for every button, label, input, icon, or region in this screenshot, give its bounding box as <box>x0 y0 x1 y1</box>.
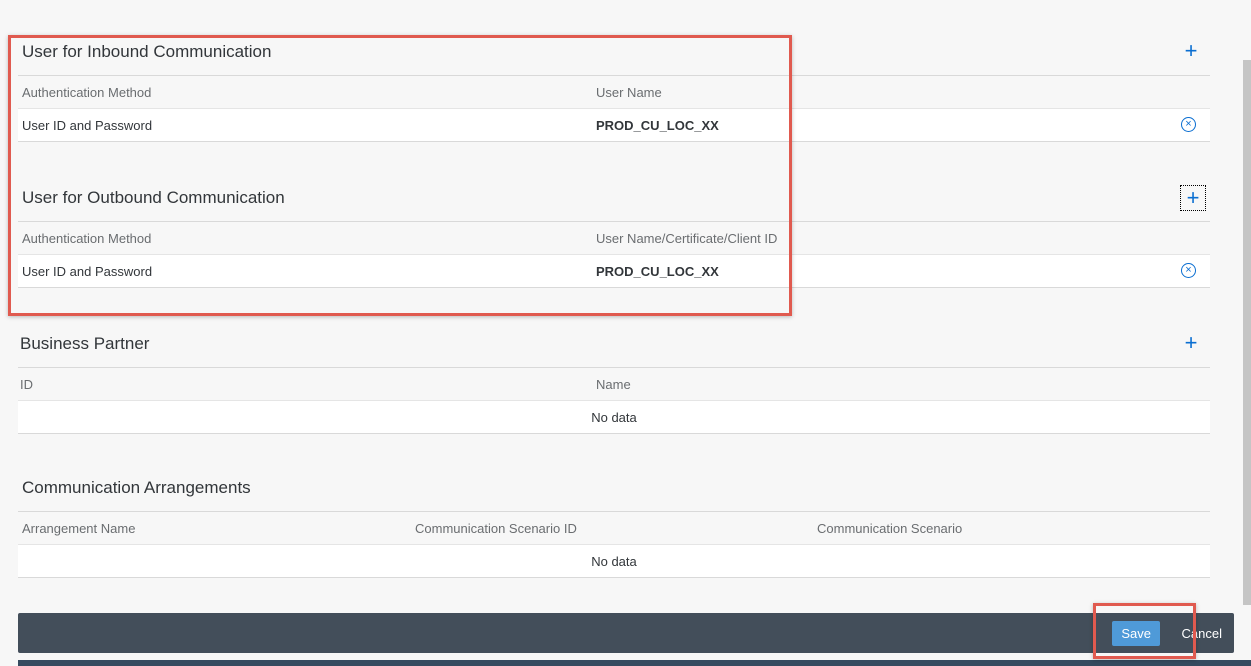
column-header-user-name-cert: User Name/Certificate/Client ID <box>596 230 778 246</box>
auth-method-cell: User ID and Password <box>22 263 153 279</box>
user-name-cell: PROD_CU_LOC_XX <box>596 117 719 133</box>
column-header-id: ID <box>20 376 33 392</box>
inbound-section: User for Inbound Communication + Authent… <box>18 38 1210 144</box>
outbound-section: User for Outbound Communication + Authen… <box>18 184 1210 290</box>
arrangements-section: Communication Arrangements Arrangement N… <box>18 474 1210 578</box>
business-partner-table: ID Name No data <box>18 367 1210 434</box>
column-header-scenario-id: Communication Scenario ID <box>415 520 577 536</box>
outbound-add-plus-icon[interactable]: + <box>1180 185 1206 211</box>
footer-bottom-bar <box>18 660 1251 666</box>
empty-row: No data <box>18 545 1210 578</box>
business-partner-title: Business Partner <box>20 334 150 353</box>
inbound-add-plus-icon[interactable]: + <box>1180 40 1202 62</box>
cancel-button[interactable]: Cancel <box>1182 621 1222 646</box>
inbound-title: User for Inbound Communication <box>22 42 272 61</box>
no-data-text: No data <box>591 409 637 425</box>
arrangements-table: Arrangement Name Communication Scenario … <box>18 511 1210 578</box>
column-header-name: Name <box>596 376 631 392</box>
business-partner-add-plus-icon[interactable]: + <box>1180 332 1202 354</box>
outbound-table-header: Authentication Method User Name/Certific… <box>18 221 1210 255</box>
outbound-title: User for Outbound Communication <box>22 188 285 207</box>
business-partner-table-header: ID Name <box>18 367 1210 401</box>
table-row[interactable]: User ID and Password PROD_CU_LOC_XX × <box>18 109 1210 142</box>
save-button[interactable]: Save <box>1112 621 1160 646</box>
arrangements-table-header: Arrangement Name Communication Scenario … <box>18 511 1210 545</box>
delete-circle-x-icon[interactable]: × <box>1181 263 1196 278</box>
delete-circle-x-icon[interactable]: × <box>1181 117 1196 132</box>
no-data-text: No data <box>591 553 637 569</box>
empty-row: No data <box>18 401 1210 434</box>
column-header-user-name: User Name <box>596 84 662 100</box>
user-name-cell: PROD_CU_LOC_XX <box>596 263 719 279</box>
business-partner-section: Business Partner + ID Name No data <box>18 330 1210 434</box>
column-header-arrangement-name: Arrangement Name <box>22 520 136 536</box>
inbound-table: Authentication Method User Name User ID … <box>18 75 1210 142</box>
vertical-scrollbar[interactable] <box>1243 60 1251 605</box>
auth-method-cell: User ID and Password <box>22 117 153 133</box>
column-header-scenario: Communication Scenario <box>817 520 963 536</box>
inbound-table-header: Authentication Method User Name <box>18 75 1210 109</box>
arrangements-title: Communication Arrangements <box>22 478 251 497</box>
footer-toolbar: Save Cancel <box>18 613 1234 653</box>
table-row[interactable]: User ID and Password PROD_CU_LOC_XX × <box>18 255 1210 288</box>
outbound-table: Authentication Method User Name/Certific… <box>18 221 1210 288</box>
column-header-auth-method: Authentication Method <box>22 230 152 246</box>
column-header-auth-method: Authentication Method <box>22 84 152 100</box>
